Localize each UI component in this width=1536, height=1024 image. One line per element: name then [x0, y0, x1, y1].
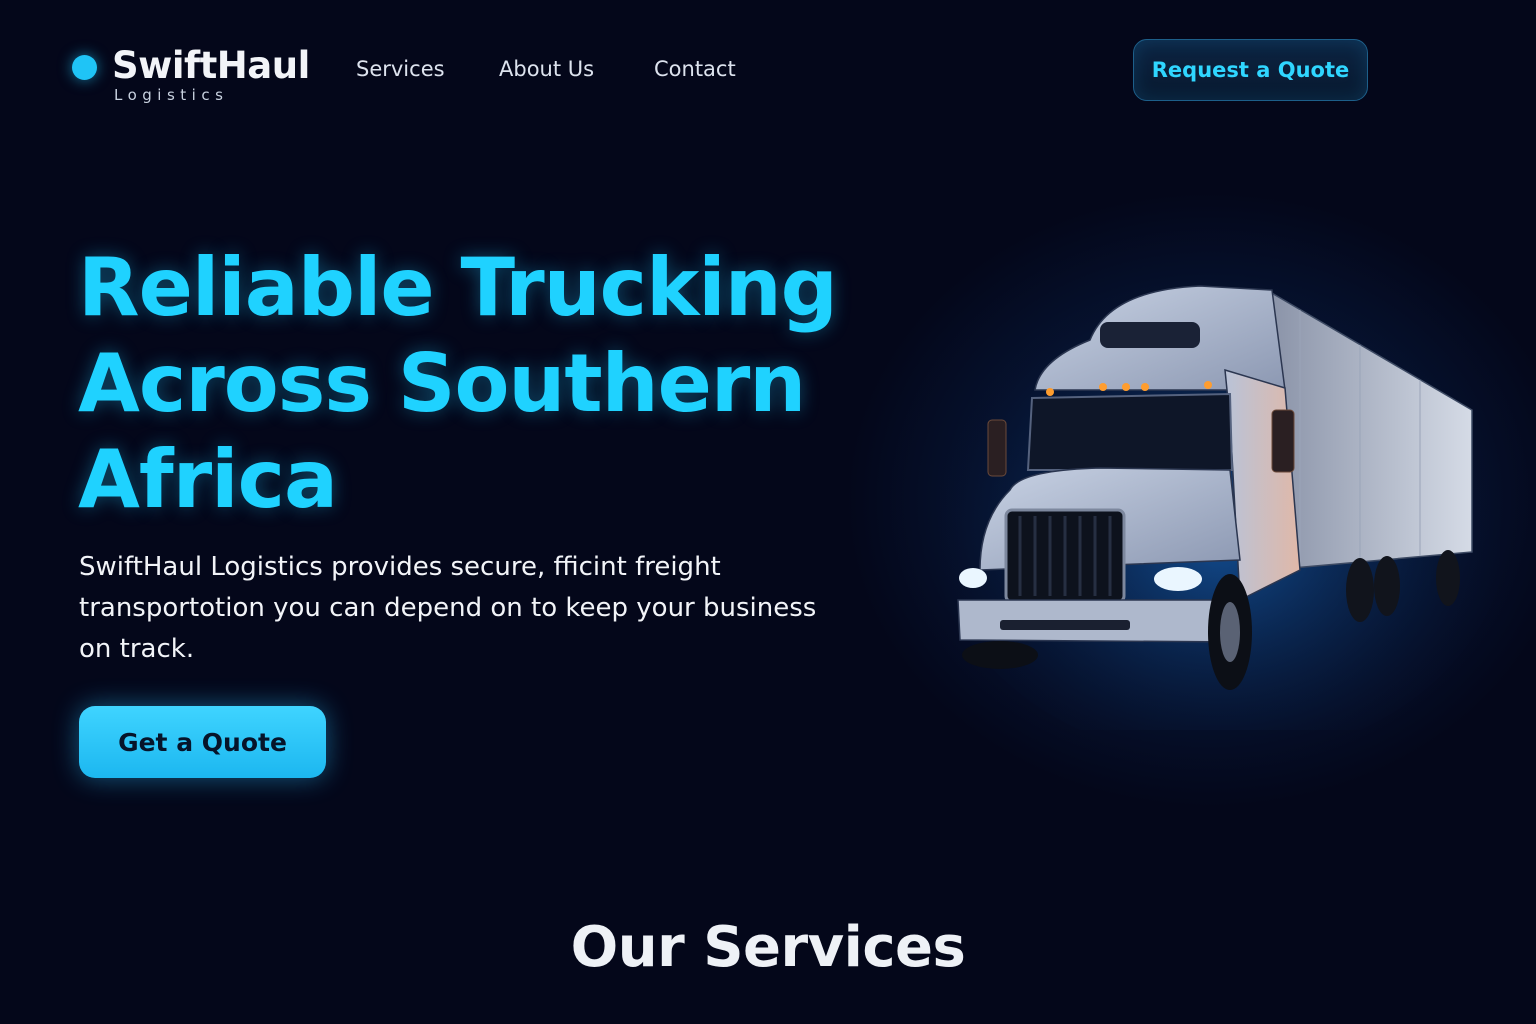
hero-description: SwiftHaul Logistics provides secure, ffi…: [79, 552, 817, 664]
site-header: SwiftHaul Logistics Services About Us Co…: [0, 0, 1536, 140]
hero-title: Reliable Trucking Across Southern Africa: [78, 240, 878, 528]
request-quote-button[interactable]: Request a Quote: [1133, 39, 1368, 101]
services-section-title: Our Services: [570, 915, 966, 980]
brand-dot-icon: [72, 55, 97, 80]
nav-link-contact[interactable]: Contact: [654, 57, 736, 81]
semi-truck-illustration: [940, 280, 1500, 730]
nav-link-services[interactable]: Services: [356, 57, 445, 81]
brand-logo[interactable]: SwiftHaul Logistics: [72, 44, 312, 108]
brand-tagline: Logistics: [114, 86, 229, 104]
get-quote-button[interactable]: Get a Quote: [79, 706, 326, 778]
hero-title-line: Africa: [78, 433, 338, 526]
landing-page: SwiftHaul Logistics Services About Us Co…: [0, 0, 1536, 1024]
hero-title-line: Across Southern: [78, 337, 806, 430]
nav-link-about-us[interactable]: About Us: [499, 57, 594, 81]
brand-name: SwiftHaul: [112, 44, 310, 87]
hero-title-line: Reliable Trucking: [78, 241, 838, 334]
